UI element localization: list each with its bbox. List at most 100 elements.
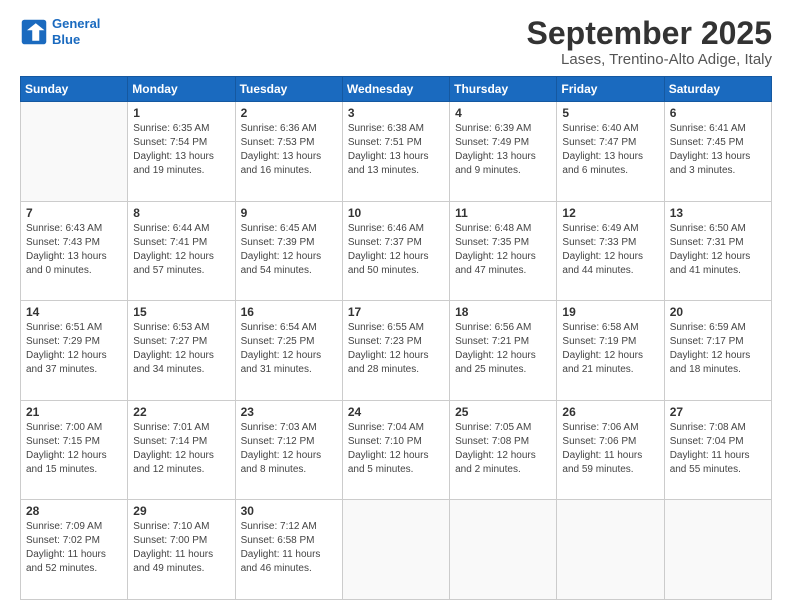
day-detail: Sunrise: 6:48 AMSunset: 7:35 PMDaylight:… — [455, 222, 551, 278]
cell-w3-d6: 19 Sunrise: 6:58 AMSunset: 7:19 PMDayligh… — [557, 301, 664, 401]
week-row-4: 21 Sunrise: 7:00 AMSunset: 7:15 PMDayligh… — [21, 400, 772, 500]
day-number: 16 — [241, 305, 337, 319]
day-number: 10 — [348, 206, 444, 220]
cell-w5-d1: 28 Sunrise: 7:09 AMSunset: 7:02 PMDayligh… — [21, 500, 128, 600]
day-number: 7 — [26, 206, 122, 220]
day-detail: Sunrise: 7:10 AMSunset: 7:00 PMDaylight:… — [133, 520, 229, 576]
week-row-1: 1Sunrise: 6:35 AMSunset: 7:54 PMDaylight… — [21, 102, 772, 202]
day-detail: Sunrise: 6:54 AMSunset: 7:25 PMDaylight:… — [241, 321, 337, 377]
day-number: 19 — [562, 305, 658, 319]
cell-w3-d2: 15Sunrise: 6:53 AMSunset: 7:27 PMDayligh… — [128, 301, 235, 401]
cell-w3-d4: 17 Sunrise: 6:55 AMSunset: 7:23 PMDayligh… — [342, 301, 449, 401]
cell-w1-d6: 5 Sunrise: 6:40 AMSunset: 7:47 PMDaylight… — [557, 102, 664, 202]
day-detail: Sunrise: 6:51 AMSunset: 7:29 PMDaylight:… — [26, 321, 122, 377]
day-detail: Sunrise: 7:12 AMSunset: 6:58 PMDaylight:… — [241, 520, 337, 576]
cell-w3-d1: 14 Sunrise: 6:51 AMSunset: 7:29 PMDayligh… — [21, 301, 128, 401]
col-thursday: Thursday — [450, 77, 557, 102]
week-row-2: 7 Sunrise: 6:43 AMSunset: 7:43 PMDaylight… — [21, 201, 772, 301]
day-number: 26 — [562, 405, 658, 419]
day-detail: Sunrise: 7:06 AMSunset: 7:06 PMDaylight:… — [562, 421, 658, 477]
cell-w4-d2: 22 Sunrise: 7:01 AMSunset: 7:14 PMDayligh… — [128, 400, 235, 500]
day-detail: Sunrise: 6:41 AMSunset: 7:45 PMDaylight:… — [670, 122, 766, 178]
cell-w3-d3: 16 Sunrise: 6:54 AMSunset: 7:25 PMDayligh… — [235, 301, 342, 401]
day-number: 17 — [348, 305, 444, 319]
logo-text: General Blue — [52, 16, 100, 47]
cell-w3-d7: 20Sunrise: 6:59 AMSunset: 7:17 PMDayligh… — [664, 301, 771, 401]
logo-icon — [20, 18, 48, 46]
day-number: 14 — [26, 305, 122, 319]
header: General Blue September 2025 Lases, Trent… — [20, 16, 772, 68]
day-detail: Sunrise: 7:05 AMSunset: 7:08 PMDaylight:… — [455, 421, 551, 477]
cell-w3-d5: 18 Sunrise: 6:56 AMSunset: 7:21 PMDayligh… — [450, 301, 557, 401]
day-number: 12 — [562, 206, 658, 220]
col-sunday: Sunday — [21, 77, 128, 102]
day-number: 9 — [241, 206, 337, 220]
logo: General Blue — [20, 16, 100, 47]
cell-w4-d4: 24 Sunrise: 7:04 AMSunset: 7:10 PMDayligh… — [342, 400, 449, 500]
day-number: 11 — [455, 206, 551, 220]
header-row: Sunday Monday Tuesday Wednesday Thursday… — [21, 77, 772, 102]
day-detail: Sunrise: 7:04 AMSunset: 7:10 PMDaylight:… — [348, 421, 444, 477]
cell-w5-d2: 29 Sunrise: 7:10 AMSunset: 7:00 PMDayligh… — [128, 500, 235, 600]
day-detail: Sunrise: 6:58 AMSunset: 7:19 PMDaylight:… — [562, 321, 658, 377]
cell-w1-d4: 3Sunrise: 6:38 AMSunset: 7:51 PMDaylight… — [342, 102, 449, 202]
day-detail: Sunrise: 6:55 AMSunset: 7:23 PMDaylight:… — [348, 321, 444, 377]
day-number: 5 — [562, 106, 658, 120]
cell-w5-d7 — [664, 500, 771, 600]
day-detail: Sunrise: 6:46 AMSunset: 7:37 PMDaylight:… — [348, 222, 444, 278]
page: General Blue September 2025 Lases, Trent… — [0, 0, 792, 612]
day-number: 20 — [670, 305, 766, 319]
calendar-table: Sunday Monday Tuesday Wednesday Thursday… — [20, 76, 772, 600]
logo-blue: Blue — [52, 32, 100, 48]
week-row-3: 14 Sunrise: 6:51 AMSunset: 7:29 PMDayligh… — [21, 301, 772, 401]
cell-w5-d4 — [342, 500, 449, 600]
cell-w1-d5: 4 Sunrise: 6:39 AMSunset: 7:49 PMDaylight… — [450, 102, 557, 202]
day-number: 22 — [133, 405, 229, 419]
day-number: 29 — [133, 504, 229, 518]
cell-w2-d1: 7 Sunrise: 6:43 AMSunset: 7:43 PMDaylight… — [21, 201, 128, 301]
day-detail: Sunrise: 6:39 AMSunset: 7:49 PMDaylight:… — [455, 122, 551, 178]
week-row-5: 28 Sunrise: 7:09 AMSunset: 7:02 PMDayligh… — [21, 500, 772, 600]
col-tuesday: Tuesday — [235, 77, 342, 102]
day-number: 6 — [670, 106, 766, 120]
day-number: 15 — [133, 305, 229, 319]
day-number: 18 — [455, 305, 551, 319]
cell-w2-d6: 12 Sunrise: 6:49 AMSunset: 7:33 PMDayligh… — [557, 201, 664, 301]
day-number: 21 — [26, 405, 122, 419]
cell-w5-d6 — [557, 500, 664, 600]
cell-w2-d3: 9Sunrise: 6:45 AMSunset: 7:39 PMDaylight… — [235, 201, 342, 301]
day-detail: Sunrise: 6:40 AMSunset: 7:47 PMDaylight:… — [562, 122, 658, 178]
cell-w1-d7: 6 Sunrise: 6:41 AMSunset: 7:45 PMDaylight… — [664, 102, 771, 202]
cell-w5-d3: 30Sunrise: 7:12 AMSunset: 6:58 PMDayligh… — [235, 500, 342, 600]
day-detail: Sunrise: 6:35 AMSunset: 7:54 PMDaylight:… — [133, 122, 229, 178]
logo-general: General — [52, 16, 100, 31]
day-detail: Sunrise: 7:01 AMSunset: 7:14 PMDaylight:… — [133, 421, 229, 477]
cell-w2-d7: 13Sunrise: 6:50 AMSunset: 7:31 PMDayligh… — [664, 201, 771, 301]
day-detail: Sunrise: 7:08 AMSunset: 7:04 PMDaylight:… — [670, 421, 766, 477]
day-number: 25 — [455, 405, 551, 419]
cell-w2-d2: 8Sunrise: 6:44 AMSunset: 7:41 PMDaylight… — [128, 201, 235, 301]
day-detail: Sunrise: 7:00 AMSunset: 7:15 PMDaylight:… — [26, 421, 122, 477]
day-number: 24 — [348, 405, 444, 419]
day-number: 2 — [241, 106, 337, 120]
cell-w5-d5 — [450, 500, 557, 600]
day-detail: Sunrise: 6:49 AMSunset: 7:33 PMDaylight:… — [562, 222, 658, 278]
cell-w4-d3: 23Sunrise: 7:03 AMSunset: 7:12 PMDayligh… — [235, 400, 342, 500]
day-number: 23 — [241, 405, 337, 419]
day-detail: Sunrise: 6:50 AMSunset: 7:31 PMDaylight:… — [670, 222, 766, 278]
day-number: 4 — [455, 106, 551, 120]
day-number: 3 — [348, 106, 444, 120]
cell-w4-d1: 21 Sunrise: 7:00 AMSunset: 7:15 PMDayligh… — [21, 400, 128, 500]
day-detail: Sunrise: 7:09 AMSunset: 7:02 PMDaylight:… — [26, 520, 122, 576]
title-block: September 2025 Lases, Trentino-Alto Adig… — [527, 16, 772, 68]
day-detail: Sunrise: 6:43 AMSunset: 7:43 PMDaylight:… — [26, 222, 122, 278]
day-number: 27 — [670, 405, 766, 419]
col-wednesday: Wednesday — [342, 77, 449, 102]
day-number: 28 — [26, 504, 122, 518]
col-monday: Monday — [128, 77, 235, 102]
day-detail: Sunrise: 6:56 AMSunset: 7:21 PMDaylight:… — [455, 321, 551, 377]
cell-w2-d5: 11 Sunrise: 6:48 AMSunset: 7:35 PMDayligh… — [450, 201, 557, 301]
location-subtitle: Lases, Trentino-Alto Adige, Italy — [527, 51, 772, 68]
cell-w1-d2: 1Sunrise: 6:35 AMSunset: 7:54 PMDaylight… — [128, 102, 235, 202]
day-number: 8 — [133, 206, 229, 220]
